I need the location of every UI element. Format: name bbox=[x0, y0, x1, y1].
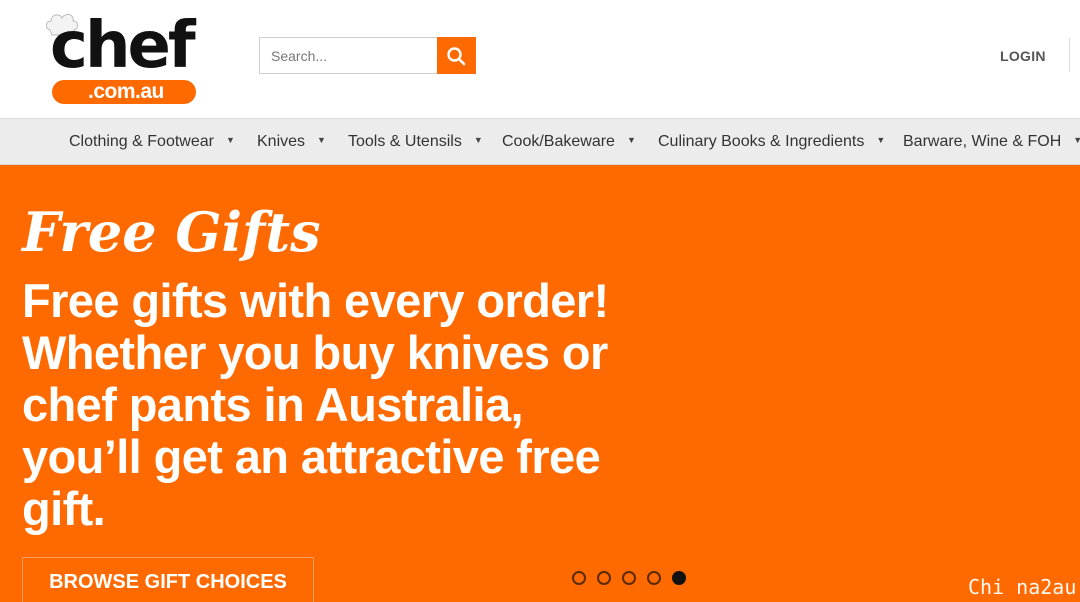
slider-dot-active[interactable] bbox=[672, 571, 686, 585]
header-divider bbox=[1069, 38, 1070, 72]
logo-wordmark: chef bbox=[50, 9, 196, 83]
slider-dot[interactable] bbox=[622, 571, 636, 585]
nav-item-label: Barware, Wine & FOH bbox=[903, 133, 1062, 151]
slider-dot[interactable] bbox=[572, 571, 586, 585]
site-logo[interactable]: chef .com.au bbox=[44, 8, 204, 108]
caret-down-icon: ▼ bbox=[876, 135, 886, 145]
hero-headline: Free gifts with every order! Whether you… bbox=[22, 274, 609, 535]
nav-item-label: Tools & Utensils bbox=[348, 133, 462, 151]
caret-down-icon: ▼ bbox=[225, 135, 235, 145]
nav-item-tools-utensils[interactable]: Tools & Utensils ▼ bbox=[348, 119, 483, 165]
login-link[interactable]: LOGIN bbox=[1000, 46, 1046, 66]
search-button[interactable] bbox=[437, 37, 476, 74]
search-icon bbox=[447, 47, 466, 66]
nav-item-culinary-books-ingredients[interactable]: Culinary Books & Ingredients ▼ bbox=[658, 119, 885, 165]
caret-down-icon: ▼ bbox=[317, 135, 326, 145]
browse-gift-choices-button[interactable]: BROWSE GIFT CHOICES bbox=[22, 557, 314, 602]
nav-item-knives[interactable]: Knives ▼ bbox=[257, 119, 326, 165]
nav-item-barware-wine-foh[interactable]: Barware, Wine & FOH ▼ bbox=[903, 119, 1080, 165]
nav-item-label: Culinary Books & Ingredients bbox=[658, 133, 865, 151]
nav-item-cook-bakeware[interactable]: Cook/Bakeware ▼ bbox=[502, 119, 636, 165]
caret-down-icon: ▼ bbox=[1073, 135, 1080, 145]
nav-item-label: Clothing & Footwear bbox=[69, 133, 214, 151]
watermark: Chi na2au bbox=[968, 575, 1077, 599]
nav-item-label: Knives bbox=[257, 133, 306, 151]
nav-item-clothing-footwear[interactable]: Clothing & Footwear ▼ bbox=[69, 119, 235, 165]
slider-dot[interactable] bbox=[647, 571, 661, 585]
main-nav: Clothing & Footwear ▼ Knives ▼ Tools & Ute… bbox=[0, 118, 1080, 165]
caret-down-icon: ▼ bbox=[626, 135, 636, 145]
logo-domain: .com.au bbox=[88, 80, 164, 103]
hero-script-title: Free Gifts bbox=[22, 200, 321, 264]
search-form bbox=[259, 37, 476, 74]
slider-dot[interactable] bbox=[597, 571, 611, 585]
site-header: chef .com.au LOGIN bbox=[0, 0, 1080, 118]
hero-banner: Free Gifts Free gifts with every order! … bbox=[0, 165, 1080, 602]
caret-down-icon: ▼ bbox=[473, 135, 483, 145]
search-input[interactable] bbox=[259, 37, 437, 74]
nav-item-label: Cook/Bakeware bbox=[502, 133, 615, 151]
